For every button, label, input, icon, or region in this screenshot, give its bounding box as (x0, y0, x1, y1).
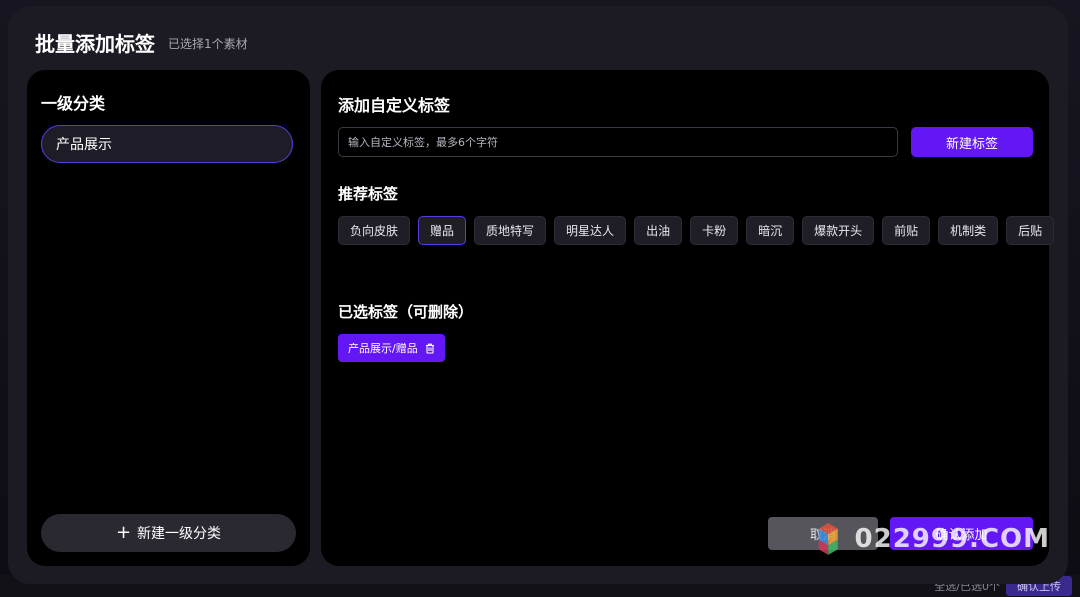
trash-icon[interactable] (425, 343, 435, 354)
new-primary-category-label: 新建一级分类 (137, 526, 222, 542)
recommended-tag[interactable]: 爆款开头 (802, 216, 875, 245)
recommended-tag[interactable]: 出油 (634, 216, 683, 245)
recommended-tag[interactable]: 负向皮肤 (338, 216, 411, 245)
tag-editor-panel: 添加自定义标签 新建标签 推荐标签 负向皮肤 赠品 质地特写 明星达人 出油 卡… (321, 70, 1055, 566)
recommended-tag[interactable]: 后贴 (1006, 216, 1055, 245)
selected-tag-label: 产品展示/赠品 (348, 342, 418, 355)
plus-icon: + (115, 522, 132, 543)
recommended-tag[interactable]: 卡粉 (690, 216, 739, 245)
recommended-tag-active[interactable]: 赠品 (418, 216, 467, 245)
recommended-tags-list: 负向皮肤 赠品 质地特写 明星达人 出油 卡粉 暗沉 爆款开头 前贴 机制类 后… (338, 216, 1055, 245)
confirm-add-button[interactable]: 确认添加 (890, 517, 1033, 550)
cancel-button[interactable]: 取消 (768, 517, 878, 550)
recommended-tag[interactable]: 质地特写 (474, 216, 547, 245)
batch-add-tags-modal: 批量添加标签 已选择1个素材 一级分类 产品展示 + 新建一级分类 添加自定义标… (8, 6, 1068, 584)
selected-tags-title: 已选标签（可删除） (338, 303, 474, 321)
category-item-product-display[interactable]: 产品展示 (41, 125, 293, 163)
recommended-tag[interactable]: 前贴 (882, 216, 931, 245)
modal-title: 批量添加标签 (35, 32, 155, 56)
new-primary-category-button[interactable]: + 新建一级分类 (41, 514, 296, 552)
selected-tag-chip: 产品展示/赠品 (338, 334, 445, 362)
primary-category-title: 一级分类 (41, 94, 106, 113)
recommended-tag[interactable]: 暗沉 (746, 216, 795, 245)
recommended-tag[interactable]: 机制类 (938, 216, 999, 245)
modal-subtitle: 已选择1个素材 (168, 37, 248, 51)
new-tag-button[interactable]: 新建标签 (911, 127, 1033, 157)
recommended-tag[interactable]: 明星达人 (554, 216, 627, 245)
custom-tag-title: 添加自定义标签 (338, 96, 451, 115)
recommended-tags-title: 推荐标签 (338, 185, 399, 203)
custom-tag-input[interactable] (338, 127, 898, 157)
primary-category-panel: 一级分类 产品展示 + 新建一级分类 (27, 70, 310, 566)
